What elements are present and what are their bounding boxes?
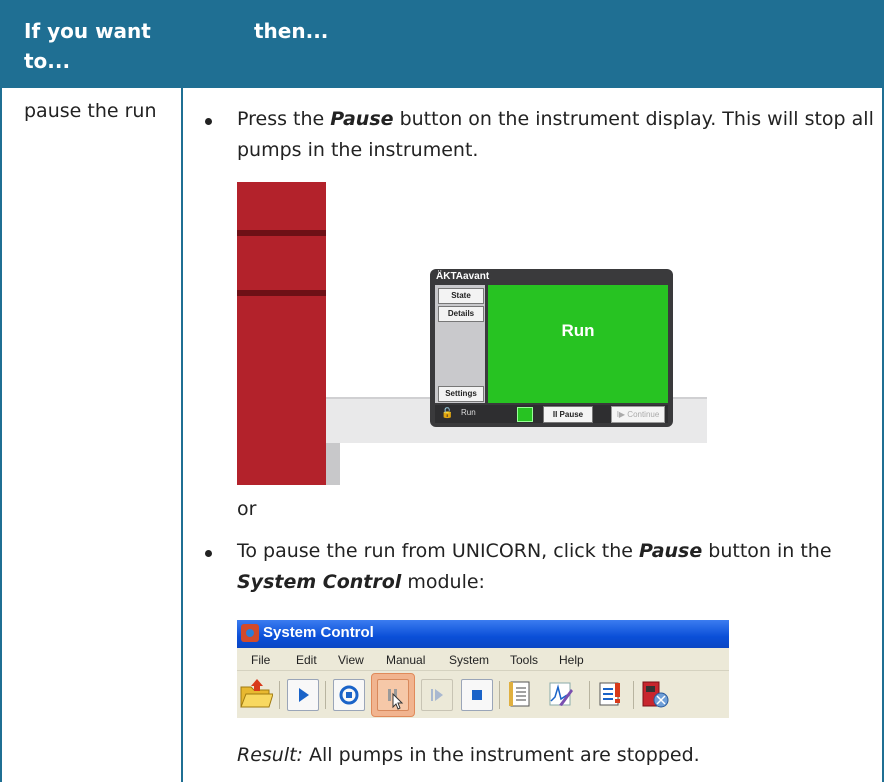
bullet2-text: To pause the run from UNICORN, click the…	[237, 536, 877, 598]
instrument-housing	[237, 182, 326, 485]
bullet2-pause-term: Pause	[638, 540, 703, 562]
menu-help[interactable]: Help	[559, 653, 584, 667]
lock-icon[interactable]: 🔓	[441, 408, 453, 419]
curve-icon[interactable]	[545, 679, 575, 709]
folder-icon[interactable]	[239, 677, 274, 709]
state-button[interactable]: State	[438, 288, 484, 304]
status-indicator	[517, 407, 533, 422]
result-text: Result: All pumps in the instrument are …	[237, 740, 700, 771]
table-header: If you want to... then...	[0, 0, 884, 86]
stop-icon[interactable]	[461, 679, 493, 711]
menu-system[interactable]: System	[449, 653, 489, 667]
display-title: ÄKTAavant	[436, 271, 490, 282]
instrument-photo: ÄKTAavant State Details Settings Run 🔓 R…	[237, 182, 707, 485]
table-left-border	[0, 88, 2, 782]
display-sidebar: State Details Settings	[435, 285, 485, 403]
menu-bar: File Edit View Manual System Tools Help	[237, 648, 729, 670]
menu-view[interactable]: View	[338, 653, 364, 667]
logbook-icon[interactable]	[505, 679, 535, 709]
bullet-dot	[205, 550, 212, 557]
instruction-table: If you want to... then... pause the run …	[0, 0, 884, 782]
bullet2-middle: button in the	[702, 540, 832, 562]
system-control-window: System Control File Edit View Manual Sys…	[237, 620, 729, 718]
bullet1-prefix: Press the	[237, 108, 331, 130]
instrument-display: ÄKTAavant State Details Settings Run 🔓 R…	[430, 269, 673, 427]
instrument-pause-button[interactable]: II Pause	[543, 406, 593, 423]
step-icon[interactable]	[421, 679, 453, 711]
header-divider	[0, 86, 884, 88]
menu-file[interactable]: File	[251, 653, 270, 667]
hold-icon[interactable]	[333, 679, 365, 711]
column-divider	[181, 88, 183, 782]
result-body: All pumps in the instrument are stopped.	[302, 744, 700, 766]
run-status-panel: Run	[488, 285, 668, 403]
menu-manual[interactable]: Manual	[386, 653, 425, 667]
details-button[interactable]: Details	[438, 306, 484, 322]
menu-edit[interactable]: Edit	[296, 653, 317, 667]
settings-button[interactable]: Settings	[438, 386, 484, 402]
checklist-icon[interactable]	[595, 679, 625, 709]
run-status-label: Run	[561, 321, 595, 340]
pause-icon[interactable]	[377, 679, 409, 711]
window-titlebar: System Control	[237, 620, 729, 648]
toolbar	[237, 670, 729, 718]
header-col2: then...	[254, 19, 329, 43]
bullet2-suffix: module:	[401, 571, 485, 593]
instrument-icon[interactable]	[639, 679, 669, 709]
bullet2-prefix: To pause the run from UNICORN, click the	[237, 540, 639, 562]
window-title: System Control	[263, 624, 374, 641]
play-icon[interactable]	[287, 679, 319, 711]
bullet1-text: Press the Pause button on the instrument…	[237, 104, 877, 166]
status-small-label: Run	[461, 408, 476, 417]
menu-tools[interactable]: Tools	[510, 653, 538, 667]
bullet2-system-control-term: System Control	[237, 571, 402, 593]
header-col1: If you want to...	[24, 19, 151, 73]
instrument-continue-button[interactable]: I▶ Continue	[611, 406, 665, 423]
row-label: pause the run	[24, 100, 157, 122]
bullet-dot	[205, 118, 212, 125]
app-icon	[241, 624, 259, 642]
or-text: or	[237, 498, 257, 520]
display-bottom-bar: 🔓 Run II Pause I▶ Continue	[435, 405, 668, 423]
result-label: Result:	[237, 744, 303, 766]
bullet1-pause-term: Pause	[330, 108, 394, 130]
